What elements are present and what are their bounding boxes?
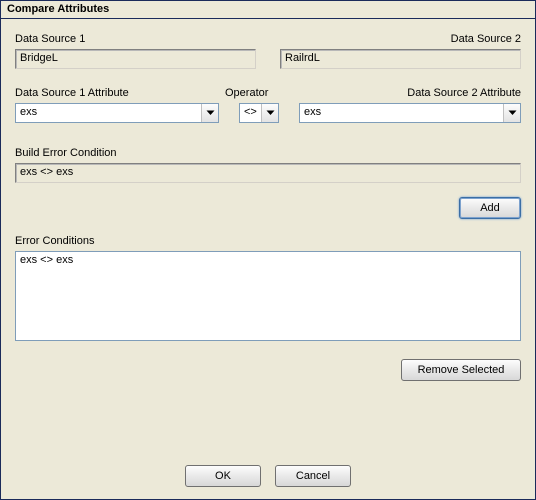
dialog-title: Compare Attributes: [1, 1, 535, 19]
label-error-conditions: Error Conditions: [15, 235, 521, 247]
chevron-down-icon[interactable]: [503, 104, 520, 122]
label-build-error-condition: Build Error Condition: [15, 147, 521, 159]
operator-value: <>: [240, 104, 261, 122]
ds2-attribute-value: exs: [300, 104, 503, 122]
ds2-attribute-combo[interactable]: exs: [299, 103, 521, 123]
label-data-source-1: Data Source 1: [15, 33, 85, 45]
label-ds1-attribute: Data Source 1 Attribute: [15, 87, 225, 99]
cancel-button[interactable]: Cancel: [275, 465, 351, 487]
add-button[interactable]: Add: [459, 197, 521, 219]
chevron-down-icon[interactable]: [261, 104, 278, 122]
build-error-condition-field: exs <> exs: [15, 163, 521, 183]
list-item[interactable]: exs <> exs: [20, 254, 516, 266]
data-source-1-field: BridgeL: [15, 49, 256, 69]
data-source-2-field: RailrdL: [280, 49, 521, 69]
dialog-window: Compare Attributes Data Source 1 Data So…: [0, 0, 536, 500]
error-conditions-list[interactable]: exs <> exs: [15, 251, 521, 341]
label-data-source-2: Data Source 2: [451, 33, 521, 45]
remove-selected-button[interactable]: Remove Selected: [401, 359, 521, 381]
dialog-content: Data Source 1 Data Source 2 BridgeL Rail…: [1, 19, 535, 499]
operator-combo[interactable]: <>: [239, 103, 279, 123]
chevron-down-icon[interactable]: [201, 104, 218, 122]
label-ds2-attribute: Data Source 2 Attribute: [289, 87, 521, 99]
label-operator: Operator: [225, 87, 289, 99]
ds1-attribute-combo[interactable]: exs: [15, 103, 219, 123]
ds1-attribute-value: exs: [16, 104, 201, 122]
ok-button[interactable]: OK: [185, 465, 261, 487]
